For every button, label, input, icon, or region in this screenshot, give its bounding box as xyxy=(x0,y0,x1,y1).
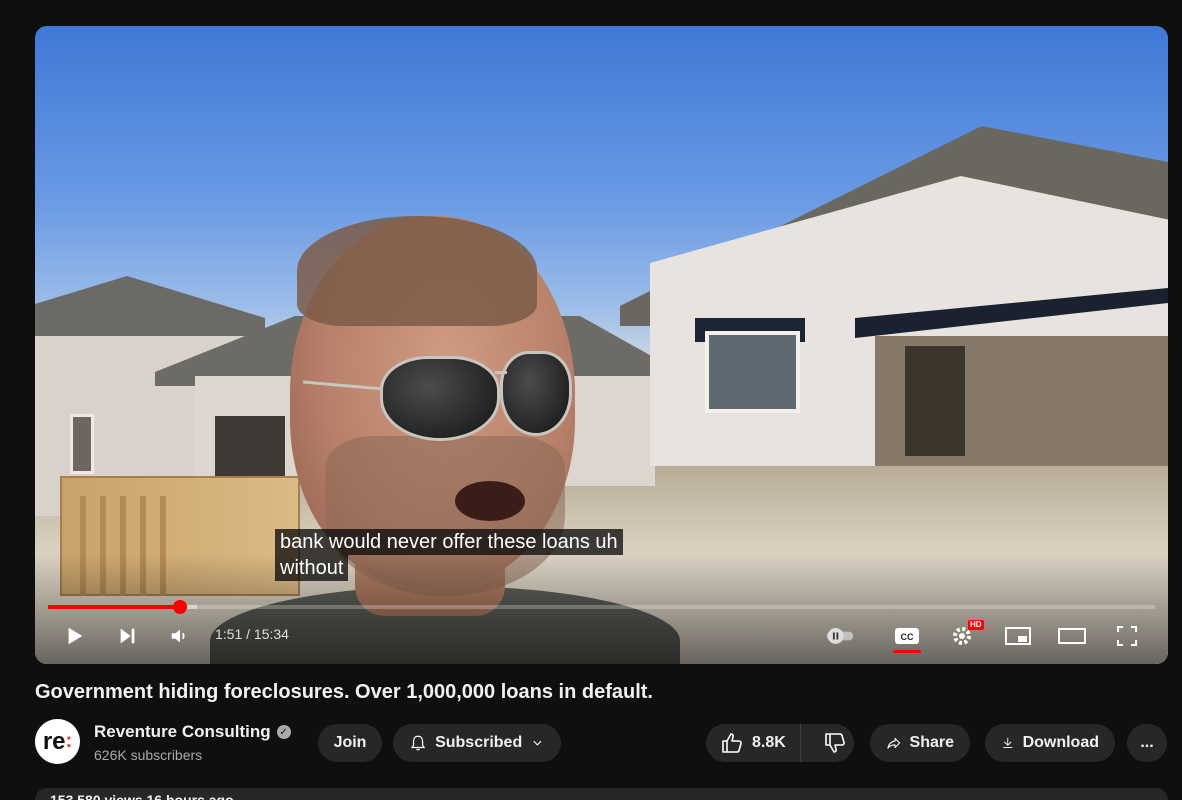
share-label: Share xyxy=(909,734,954,751)
join-label: Join xyxy=(333,734,367,751)
theater-mode-icon xyxy=(1058,628,1086,644)
skip-next-icon xyxy=(120,628,135,644)
time-separator: / xyxy=(246,626,251,642)
like-dislike-group: 8.8K xyxy=(706,724,854,762)
volume-button[interactable] xyxy=(165,621,195,651)
duration: 15:34 xyxy=(253,626,289,642)
scene-garage xyxy=(215,416,285,476)
download-label: Download xyxy=(1022,734,1099,751)
progress-played xyxy=(48,605,180,609)
current-time: 1:51 xyxy=(215,626,243,642)
scene-glasses-lens xyxy=(380,356,500,441)
avatar-dots: : xyxy=(65,730,73,752)
miniplayer-icon xyxy=(1005,627,1031,645)
description-box[interactable]: 153,580 views 16 hours ago xyxy=(35,788,1168,800)
video-title: Government hiding foreclosures. Over 1,0… xyxy=(35,681,653,703)
scene-person-mouth xyxy=(455,481,525,521)
like-button[interactable]: 8.8K xyxy=(706,724,801,762)
share-button[interactable]: Share xyxy=(870,724,970,762)
progress-scrubber[interactable] xyxy=(172,600,187,614)
svg-text:CC: CC xyxy=(901,632,914,642)
captions: bank would never offer these loans uh wi… xyxy=(275,529,623,581)
captions-button[interactable]: CC xyxy=(890,621,924,651)
like-count: 8.8K xyxy=(752,734,786,751)
progress-bar[interactable] xyxy=(48,600,1155,614)
more-label: ... xyxy=(1140,734,1154,751)
bell-icon xyxy=(410,735,426,751)
channel-avatar[interactable]: re: xyxy=(35,719,80,764)
autoplay-icon xyxy=(826,628,854,644)
avatar-text: re xyxy=(42,727,66,755)
dislike-button[interactable] xyxy=(809,724,861,762)
channel-name-text[interactable]: Reventure Consulting xyxy=(94,722,271,742)
join-button[interactable]: Join xyxy=(318,724,382,762)
fullscreen-icon xyxy=(1117,626,1137,646)
theater-mode-button[interactable] xyxy=(1055,621,1089,651)
scene-person-hair xyxy=(297,216,537,326)
download-icon xyxy=(1003,737,1013,748)
caption-line: without xyxy=(275,555,349,581)
miniplayer-button[interactable] xyxy=(1001,621,1035,651)
chevron-down-icon xyxy=(533,740,542,746)
fullscreen-button[interactable] xyxy=(1110,621,1144,651)
play-icon xyxy=(68,627,83,645)
subscribed-button[interactable]: Subscribed xyxy=(393,724,561,762)
time-display: 1:51 / 15:34 xyxy=(215,626,289,642)
next-button[interactable] xyxy=(113,621,143,651)
video-player[interactable]: bank would never offer these loans uh wi… xyxy=(35,26,1168,664)
cc-icon: CC xyxy=(895,628,919,644)
scene-glasses-bridge xyxy=(495,371,507,374)
thumbs-up-icon xyxy=(722,733,742,753)
share-icon xyxy=(887,737,901,749)
scene-glasses-lens xyxy=(500,351,572,436)
caption-line: bank would never offer these loans uh xyxy=(275,529,623,555)
captions-active-indicator xyxy=(893,650,921,653)
scene-window xyxy=(705,331,800,413)
scene-door xyxy=(905,346,965,456)
verified-icon: ✓ xyxy=(276,725,291,739)
thumbs-down-icon xyxy=(824,733,845,753)
volume-icon xyxy=(171,629,185,643)
subscribed-label: Subscribed xyxy=(435,734,523,751)
subscriber-count: 626K subscribers xyxy=(94,747,203,763)
play-button[interactable] xyxy=(60,621,90,651)
more-actions-button[interactable]: ... xyxy=(1127,724,1167,762)
channel-name[interactable]: Reventure Consulting ✓ xyxy=(94,722,291,742)
views-and-date: 153,580 views 16 hours ago xyxy=(50,792,234,800)
scene-window xyxy=(70,414,94,474)
download-button[interactable]: Download xyxy=(985,724,1115,762)
hd-badge: HD xyxy=(968,620,984,630)
autoplay-toggle[interactable] xyxy=(825,621,855,651)
